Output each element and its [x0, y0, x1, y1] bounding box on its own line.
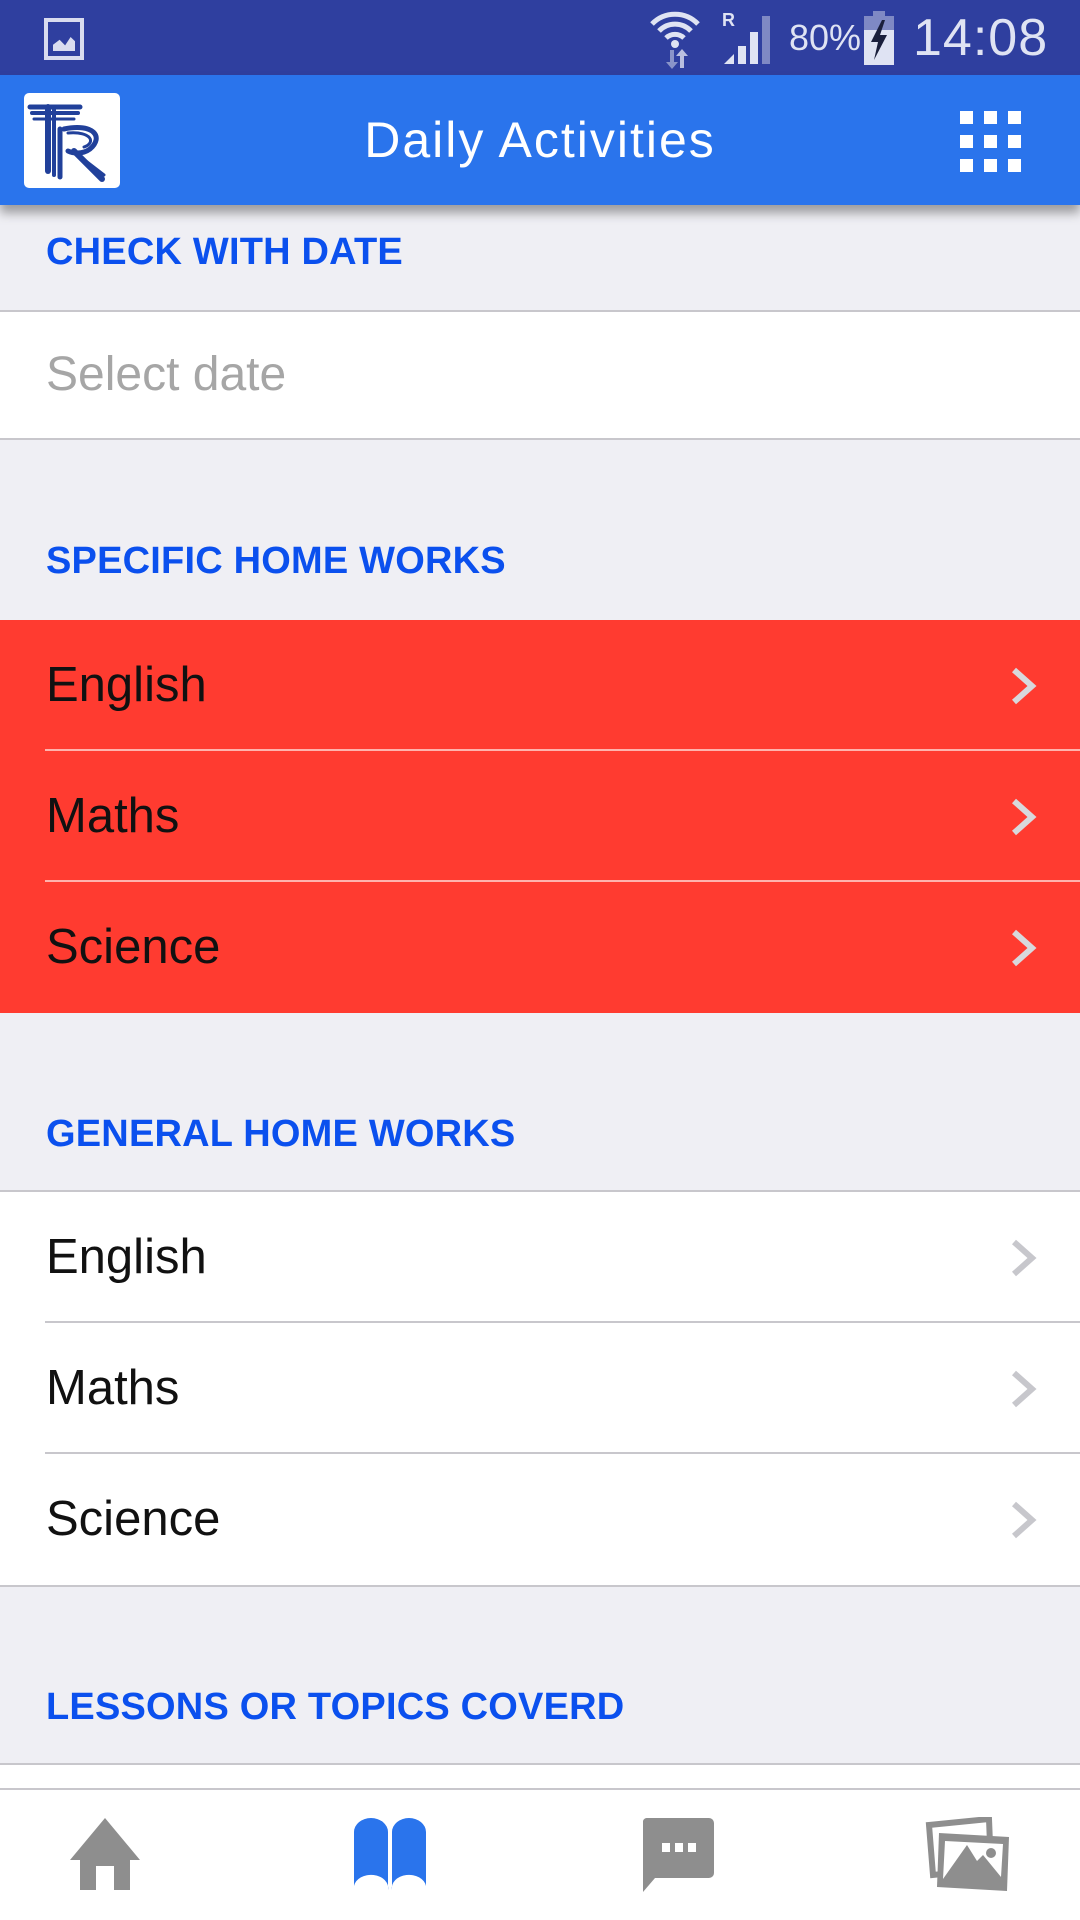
section-header-general-home-works: GENERAL HOME WORKS: [46, 1113, 516, 1155]
row-label: English: [46, 658, 207, 712]
chevron-right-icon: [1012, 1501, 1037, 1539]
grid-icon: [948, 100, 1028, 180]
app-bar: TR Daily Activities: [0, 75, 1080, 205]
chevron-right-icon: [1012, 667, 1037, 705]
clock: 14:08: [913, 8, 1049, 67]
tab-home[interactable]: [5, 1790, 205, 1920]
chevron-right-icon: [1012, 929, 1037, 967]
lessons-list-start: [0, 1765, 1080, 1789]
specific-home-works-list: English Maths Science: [0, 620, 1080, 1013]
general-maths-row[interactable]: Maths: [0, 1323, 1080, 1454]
roaming-label: R: [722, 10, 735, 30]
section-header-check-with-date: CHECK WITH DATE: [46, 231, 403, 273]
date-placeholder: Select date: [46, 348, 287, 401]
grid-menu-button[interactable]: [948, 100, 1028, 180]
tab-messages[interactable]: [580, 1790, 780, 1920]
photos-icon: [925, 1817, 1009, 1891]
screen: R 80% 14:08 Daily Activities CHECK WITH …: [0, 0, 1080, 1920]
general-home-works-list: English Maths Science: [0, 1190, 1080, 1587]
chevron-right-icon: [1012, 1239, 1037, 1277]
section-header-lessons: LESSONS OR TOPICS COVERD: [46, 1686, 625, 1728]
general-english-row[interactable]: English: [0, 1192, 1080, 1323]
tab-activities[interactable]: [290, 1790, 490, 1920]
specific-science-row[interactable]: Science: [0, 882, 1080, 1013]
wifi-icon: [648, 0, 702, 75]
date-picker-field[interactable]: Select date: [0, 310, 1080, 440]
battery-charging-icon: [863, 0, 895, 75]
section-header-specific-home-works: SPECIFIC HOME WORKS: [46, 540, 506, 582]
tab-bar: [0, 1788, 1080, 1920]
page-title: Daily Activities: [364, 112, 716, 168]
tab-gallery[interactable]: [870, 1790, 1070, 1920]
chevron-right-icon: [1012, 1370, 1037, 1408]
signal-roaming-icon: R: [722, 0, 774, 75]
book-icon: [354, 1818, 426, 1890]
chevron-right-icon: [1012, 798, 1037, 836]
general-science-row[interactable]: Science: [0, 1454, 1080, 1585]
row-label: Maths: [46, 789, 180, 843]
row-label: English: [46, 1230, 207, 1284]
specific-maths-row[interactable]: Maths: [0, 751, 1080, 882]
status-bar: R 80% 14:08: [0, 0, 1080, 75]
home-icon: [70, 1818, 140, 1890]
specific-english-row[interactable]: English: [0, 620, 1080, 751]
battery-percent: 80%: [789, 16, 862, 58]
chat-icon: [643, 1818, 714, 1892]
row-label: Science: [46, 1492, 221, 1546]
row-label: Maths: [46, 1361, 180, 1415]
gallery-notification-icon: [44, 18, 84, 60]
row-label: Science: [46, 920, 221, 974]
